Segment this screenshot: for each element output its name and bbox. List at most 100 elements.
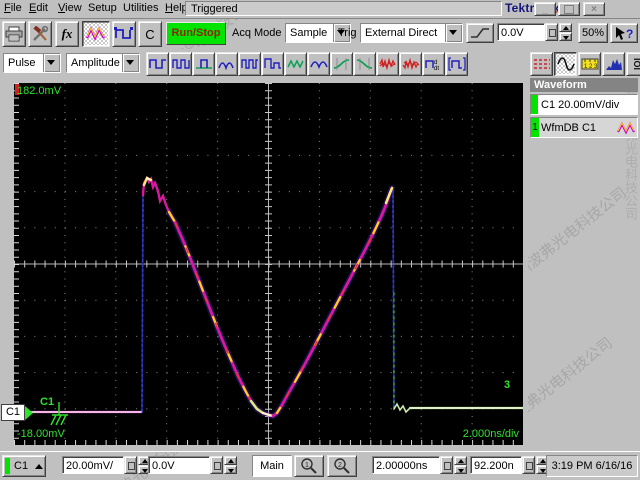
trig-level-input[interactable]: 0.0V [497, 23, 545, 41]
trig-source-select[interactable]: External Direct [360, 23, 463, 43]
spin-down-button[interactable] [454, 465, 467, 474]
meas-period-button[interactable] [192, 52, 215, 76]
meas-frequency-button[interactable] [169, 52, 192, 76]
clock-readout: 3:19 PM 6/16/16 [546, 455, 638, 477]
print-button[interactable] [2, 21, 26, 47]
display-vector-button[interactable] [554, 52, 577, 76]
duty-cycle-icon [263, 58, 281, 69]
waveform-row-wfmdb[interactable]: 1 WfmDB C1 [530, 117, 638, 138]
minimize-button[interactable]: _ [534, 2, 556, 16]
utilities-tools-button[interactable] [28, 21, 52, 47]
jitter-icon [401, 57, 419, 71]
keypad-icon[interactable] [210, 456, 223, 474]
spin-down-button[interactable] [224, 465, 237, 474]
spin-up-button[interactable] [559, 23, 572, 32]
sine-cycles-icon [309, 61, 328, 70]
period-icon [195, 59, 212, 69]
trig-slope-button[interactable] [466, 23, 494, 43]
spin-up-button[interactable] [454, 456, 467, 465]
dropdown-arrow-icon [445, 24, 462, 42]
context-help-button[interactable]: ? [610, 23, 638, 43]
ruler-123-icon: 1 2 3 [581, 58, 598, 70]
waveform-display-button[interactable] [82, 21, 110, 47]
menu-setup[interactable]: Setup [86, 0, 119, 17]
watermark: 苏州波弗光电科技公司 [528, 334, 616, 441]
c-button[interactable]: C [138, 21, 162, 47]
fx-icon: fx [61, 26, 73, 41]
meas-pulse-train-button[interactable] [238, 52, 261, 76]
meas-delta-time-button[interactable]: d dt [422, 52, 445, 76]
measure-readout-button[interactable]: 1 2 3 [578, 52, 601, 76]
meas-type-select[interactable]: Amplitude [66, 53, 140, 73]
zoom1-button[interactable]: 1 [294, 455, 324, 477]
c-icon: C [145, 26, 155, 42]
meas-gated-button[interactable] [445, 52, 468, 76]
hammer-wrench-icon [33, 26, 49, 41]
display-dots-button[interactable] [530, 52, 553, 76]
meas-type-value: Amplitude [67, 54, 122, 72]
zoom2-button[interactable]: 2 [327, 455, 357, 477]
trig-label: Trig [338, 27, 357, 39]
waveform-number-badge: 3 [504, 379, 511, 391]
menu-file[interactable]: File [2, 0, 24, 17]
chevron-up-icon [35, 463, 44, 469]
channel-color-bar [531, 95, 538, 114]
scope-display: 182.0mV -18.00mV 2.000ns/div 3 C1 [14, 83, 523, 445]
svg-text:2: 2 [338, 462, 342, 469]
timebase-main-button[interactable]: Main [252, 455, 292, 477]
meas-pulse-width-button[interactable] [146, 52, 169, 76]
pulse-setup-button[interactable] [112, 21, 136, 47]
main-toolbar: 苏州波弗光电科技公司 fx [0, 19, 640, 49]
waveform-row-c1[interactable]: C1 20.00mV/div [530, 94, 638, 115]
meas-duty-cycle-button[interactable] [261, 52, 284, 76]
pulse-icon [114, 27, 133, 39]
spin-up-button[interactable] [224, 456, 237, 465]
vertical-scale-input[interactable]: 20.00mV/ [62, 456, 124, 474]
meas-jitter-button[interactable] [399, 52, 422, 76]
horizontal-scale-input[interactable]: 2.00000ns [372, 456, 440, 474]
channel-select-button[interactable]: C1 [2, 455, 46, 477]
mask-icon: IOI [632, 58, 640, 70]
meas-fall-time-button[interactable] [353, 52, 376, 76]
meas-burst-button[interactable] [215, 52, 238, 76]
mask-test-button[interactable]: IOI [626, 52, 640, 76]
restore-button[interactable] [558, 2, 580, 16]
spin-down-button[interactable] [559, 32, 572, 41]
keypad-icon[interactable] [124, 456, 137, 474]
meas-category-value: Pulse [4, 54, 43, 72]
vertical-offset-input[interactable]: 0.0V [148, 456, 210, 474]
fall-time-icon [356, 58, 372, 70]
meas-noise-button[interactable] [376, 52, 399, 76]
channel-position-marker[interactable]: C1 [1, 404, 33, 421]
keypad-icon[interactable] [522, 456, 535, 474]
keypad-icon[interactable] [545, 23, 558, 41]
dropdown-arrow-icon [122, 54, 139, 72]
meas-cycles-button[interactable] [307, 52, 330, 76]
meas-category-select[interactable]: Pulse [3, 53, 61, 73]
set-50pct-button[interactable]: 50% [578, 23, 608, 43]
burst-icon [217, 62, 234, 71]
svg-text:1: 1 [305, 462, 309, 469]
ground-symbol-icon [50, 402, 68, 426]
gated-pulse-icon [447, 57, 466, 71]
trig-level-spinner [559, 23, 572, 41]
meas-rise-time-button[interactable] [330, 52, 353, 76]
waveform-panel-header: Waveform [530, 78, 638, 92]
channel-arrow-icon [25, 405, 33, 420]
svg-text:1 2 3: 1 2 3 [584, 64, 598, 70]
menu-edit[interactable]: Edit [27, 0, 50, 17]
run-stop-button[interactable]: Run/Stop [166, 22, 226, 45]
vertical-scale-control: 20.00mV/ [62, 456, 151, 474]
meas-triangle-button[interactable] [284, 52, 307, 76]
math-fx-button[interactable]: fx [55, 21, 79, 47]
graticule-and-trace [14, 83, 523, 445]
acq-mode-value: Sample [286, 24, 333, 42]
histogram-button[interactable] [602, 52, 625, 76]
horizontal-position-input[interactable]: 92.200n [470, 456, 522, 474]
keypad-icon[interactable] [440, 456, 453, 474]
help-pointer-icon: ? [616, 26, 633, 41]
noise-icon [378, 57, 396, 71]
menu-utilities[interactable]: Utilities [121, 0, 160, 17]
menu-view[interactable]: View [56, 0, 84, 17]
close-button[interactable]: × [583, 2, 605, 16]
